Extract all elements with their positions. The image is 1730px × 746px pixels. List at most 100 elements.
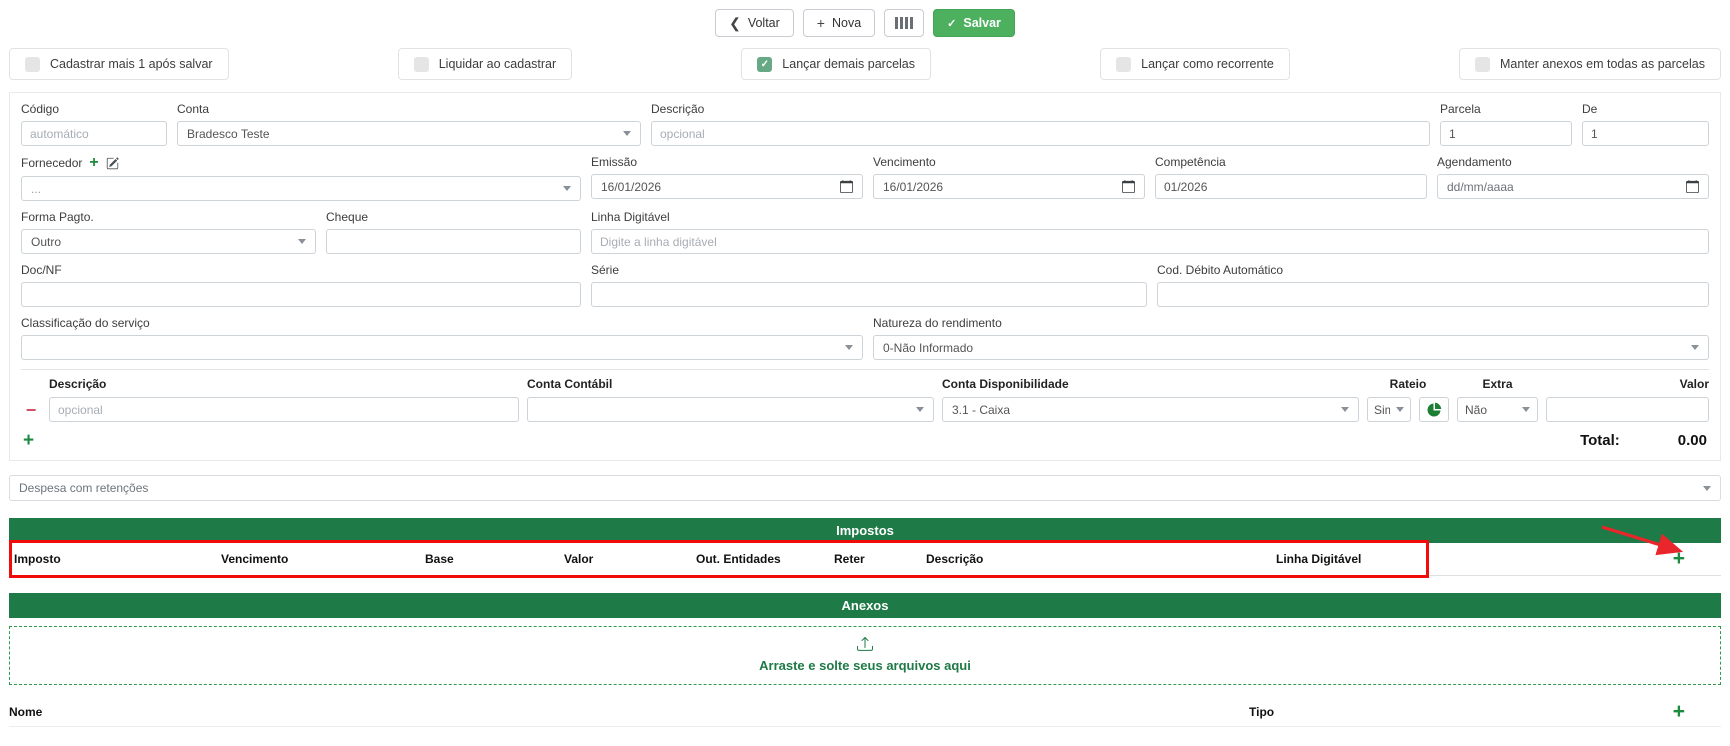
item-extra-value: Não: [1465, 403, 1487, 417]
chevron-down-icon: [563, 186, 571, 191]
chevron-left-icon: ❮: [729, 16, 741, 30]
despesa-retencoes-value: Despesa com retenções: [19, 481, 148, 495]
fornecedor-label-row: Fornecedor +: [21, 155, 581, 171]
classificacao-select[interactable]: [21, 335, 863, 360]
cheque-input[interactable]: [326, 229, 581, 254]
conta-select[interactable]: Bradesco Teste: [177, 121, 641, 146]
items-header-row: Descrição Conta Contábil Conta Disponibi…: [21, 377, 1709, 391]
fornecedor-select[interactable]: ...: [21, 176, 581, 201]
chevron-down-icon: [916, 407, 924, 412]
add-imposto-icon[interactable]: +: [1673, 547, 1685, 571]
codigo-input[interactable]: [21, 121, 167, 146]
pie-chart-icon: [1426, 402, 1442, 418]
items-header-descricao: Descrição: [49, 377, 519, 391]
de-input[interactable]: [1582, 121, 1709, 146]
item-rateio-value: Sim: [1374, 403, 1390, 417]
options-row: Cadastrar mais 1 após salvar Liquidar ao…: [0, 48, 1730, 80]
parcela-input[interactable]: [1440, 121, 1572, 146]
columns-button[interactable]: [884, 9, 924, 37]
codigo-label: Código: [21, 102, 167, 116]
classificacao-label: Classificação do serviço: [21, 316, 863, 330]
conta-value: Bradesco Teste: [187, 127, 270, 141]
linha-digitavel-input[interactable]: [591, 229, 1709, 254]
save-button[interactable]: ✓ Salvar: [933, 9, 1015, 37]
agendamento-date-input[interactable]: dd/mm/aaaa: [1437, 174, 1709, 199]
option-label: Cadastrar mais 1 após salvar: [50, 57, 213, 71]
impostos-header-reter: Reter: [834, 552, 926, 566]
impostos-header-linha-digitavel: Linha Digitável: [1276, 552, 1426, 566]
serie-label: Série: [591, 263, 1147, 277]
impostos-section-header: Impostos: [9, 518, 1721, 543]
parcela-label: Parcela: [1440, 102, 1572, 116]
checkbox-manter-anexos[interactable]: [1475, 57, 1490, 72]
item-conta-contabil-select[interactable]: [527, 397, 934, 422]
upload-icon: [857, 636, 873, 652]
emissao-label: Emissão: [591, 155, 863, 169]
forma-pagto-label: Forma Pagto.: [21, 210, 316, 224]
item-descricao-input[interactable]: [49, 397, 519, 422]
checkbox-liquidar[interactable]: [414, 57, 429, 72]
edit-fornecedor-icon[interactable]: [106, 157, 119, 170]
fornecedor-value: ...: [31, 182, 41, 196]
option-cadastrar-mais[interactable]: Cadastrar mais 1 após salvar: [9, 48, 229, 80]
checkbox-lancar-parcelas[interactable]: [757, 57, 772, 72]
cod-debito-input[interactable]: [1157, 282, 1709, 307]
item-valor-input[interactable]: [1546, 397, 1709, 422]
file-dropzone[interactable]: Arraste e solte seus arquivos aqui: [9, 626, 1721, 685]
rateio-pie-button[interactable]: [1419, 397, 1449, 422]
add-item-icon[interactable]: +: [23, 431, 34, 450]
remove-item-icon[interactable]: −: [21, 401, 41, 419]
option-liquidar[interactable]: Liquidar ao cadastrar: [398, 48, 572, 80]
option-lancar-parcelas[interactable]: Lançar demais parcelas: [741, 48, 931, 80]
chevron-down-icon: [845, 345, 853, 350]
checkbox-cadastrar-mais[interactable]: [25, 57, 40, 72]
items-header-valor: Valor: [1546, 377, 1709, 391]
doc-nf-input[interactable]: [21, 282, 581, 307]
de-label: De: [1582, 102, 1709, 116]
vencimento-value: 16/01/2026: [883, 180, 943, 194]
option-recorrente[interactable]: Lançar como recorrente: [1100, 48, 1290, 80]
calendar-icon[interactable]: [840, 180, 853, 193]
impostos-header-base: Base: [425, 552, 564, 566]
calendar-icon[interactable]: [1686, 180, 1699, 193]
emissao-date-input[interactable]: 16/01/2026: [591, 174, 863, 199]
conta-label: Conta: [177, 102, 641, 116]
new-button[interactable]: + Nova: [803, 9, 875, 37]
back-button[interactable]: ❮ Voltar: [715, 9, 794, 37]
item-rateio-select[interactable]: Sim: [1367, 397, 1411, 422]
cod-debito-label: Cod. Débito Automático: [1157, 263, 1709, 277]
agendamento-label: Agendamento: [1437, 155, 1709, 169]
items-header-extra: Extra: [1457, 377, 1538, 391]
expense-form-panel: Código Conta Bradesco Teste Descrição Pa…: [9, 92, 1721, 461]
chevron-down-icon: [1341, 407, 1349, 412]
option-manter-anexos[interactable]: Manter anexos em todas as parcelas: [1459, 48, 1721, 80]
items-header-conta-contabil: Conta Contábil: [527, 377, 934, 391]
add-fornecedor-icon[interactable]: +: [89, 155, 98, 171]
natureza-select[interactable]: 0-Não Informado: [873, 335, 1709, 360]
anexos-files-header-row: Nome Tipo +: [9, 697, 1721, 727]
calendar-icon[interactable]: [1122, 180, 1135, 193]
checkbox-recorrente[interactable]: [1116, 57, 1131, 72]
chevron-down-icon: [1703, 486, 1711, 491]
items-total: Total: 0.00: [1580, 432, 1707, 449]
vencimento-label: Vencimento: [873, 155, 1145, 169]
forma-pagto-value: Outro: [31, 235, 61, 249]
fornecedor-label: Fornecedor: [21, 156, 82, 170]
total-label: Total:: [1580, 432, 1620, 449]
item-conta-disponibilidade-select[interactable]: 3.1 - Caixa: [942, 397, 1359, 422]
serie-input[interactable]: [591, 282, 1147, 307]
dropzone-text: Arraste e solte seus arquivos aqui: [10, 658, 1720, 673]
forma-pagto-select[interactable]: Outro: [21, 229, 316, 254]
competencia-input[interactable]: [1155, 174, 1427, 199]
add-anexo-icon[interactable]: +: [1673, 700, 1685, 724]
descricao-input[interactable]: [651, 121, 1430, 146]
vencimento-date-input[interactable]: 16/01/2026: [873, 174, 1145, 199]
items-table: Descrição Conta Contábil Conta Disponibi…: [21, 369, 1709, 450]
agendamento-value: dd/mm/aaaa: [1447, 180, 1514, 194]
natureza-label: Natureza do rendimento: [873, 316, 1709, 330]
chevron-down-icon: [1691, 345, 1699, 350]
item-extra-select[interactable]: Não: [1457, 397, 1538, 422]
impostos-header-descricao: Descrição: [926, 552, 1276, 566]
chevron-down-icon: [1522, 407, 1530, 412]
despesa-retencoes-select[interactable]: Despesa com retenções: [9, 475, 1721, 501]
